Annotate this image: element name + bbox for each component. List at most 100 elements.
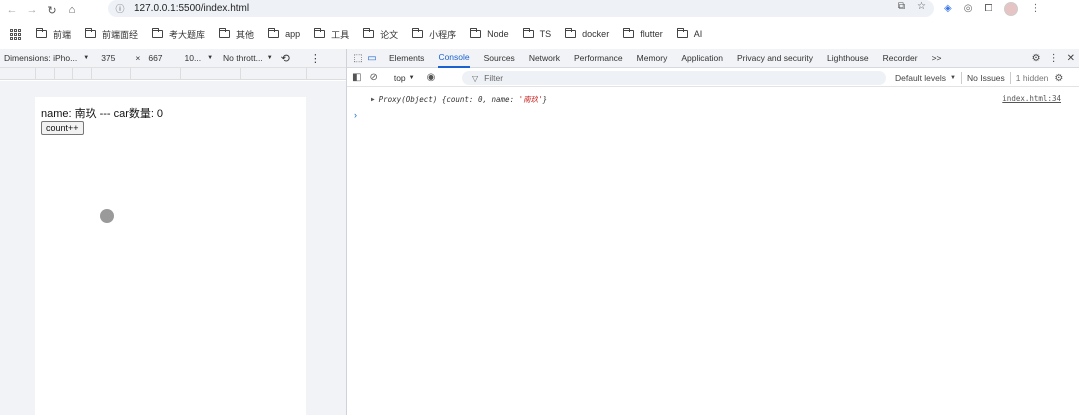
page-text-line: name: 南玖 --- car数量: 0 [41,105,166,121]
bookmark-label: 前端面经 [102,29,139,40]
bookmark-folder[interactable]: 考大题库 [152,28,205,41]
bookmark-label: flutter [640,29,663,39]
folder-icon [470,28,482,38]
console-filter-input[interactable]: ▽ Filter [462,71,886,85]
arrow-left-icon: ← [6,4,18,16]
log-levels-select[interactable]: Default levels [895,73,946,83]
folder-icon [412,28,424,38]
back-button[interactable]: ← [2,0,22,20]
profile-avatar[interactable] [1004,1,1019,16]
log-source-link[interactable]: index.html:34 [1002,94,1061,103]
throttle-select[interactable]: No thrott... [223,53,263,63]
divider [960,72,962,84]
bookmark-folder[interactable]: flutter [623,28,663,39]
tab-elements[interactable]: Elements [389,49,424,68]
filter-placeholder: Filter [484,73,504,83]
inspect-element-icon[interactable]: ⬚ [351,49,365,68]
bookmark-label: docker [582,29,610,39]
folder-icon [565,28,577,38]
console-prompt[interactable]: › [354,110,357,120]
extension-circle-icon[interactable]: ◎ [964,3,973,14]
clear-console-icon[interactable]: ⊘ [369,72,377,83]
count-increment-button[interactable]: count++ [41,121,84,135]
tab-network[interactable]: Network [529,49,560,68]
eye-icon[interactable]: ◉ [427,72,436,83]
bookmark-label: TS [539,29,552,39]
width-input[interactable]: 375 [101,53,115,63]
folder-icon [363,28,375,38]
sidebar-toggle-icon[interactable]: ◧ [352,72,361,83]
bookmark-folder[interactable]: TS [522,28,552,39]
bookmark-star-icon[interactable]: ☆ [917,1,926,12]
site-info-icon[interactable]: ⓘ [112,2,128,15]
more-options-icon[interactable]: ⋮ [310,52,321,65]
tab-console[interactable]: Console [438,49,470,68]
tab-recorder[interactable]: Recorder [883,49,918,68]
bookmark-folder[interactable]: 前端面经 [85,28,138,41]
home-button[interactable]: ⌂ [62,0,82,20]
tab-memory[interactable]: Memory [637,49,668,68]
log-prefix: Proxy(Object) {count: 0, name: [378,94,519,104]
more-tabs-icon[interactable]: >> [932,49,942,68]
bookmark-label: 前端 [53,29,72,40]
extension-icon[interactable]: ◈ [944,3,952,14]
bookmark-folder[interactable]: 论文 [363,28,398,41]
home-icon: ⌂ [68,4,76,16]
puzzle-icon[interactable]: ⧠ [984,3,992,14]
bookmark-label: 工具 [331,29,350,40]
omnibox[interactable]: ⓘ 127.0.0.1:5500/index.html ⧉ ☆ [108,0,934,17]
zoom-select[interactable]: 10... [185,53,202,63]
height-input[interactable]: 667 [148,53,162,63]
rotate-icon[interactable]: ⟲ [281,52,290,65]
issues-counter[interactable]: No Issues [967,73,1005,83]
bookmark-folder[interactable]: app [268,28,301,39]
car-value: 0 [156,108,164,120]
url-text[interactable]: 127.0.0.1:5500/index.html [134,3,249,14]
tab-lighthouse[interactable]: Lighthouse [827,49,869,68]
tab-application[interactable]: Application [681,49,723,68]
times-sign: × [135,53,141,63]
bookmark-folder[interactable]: 工具 [314,28,349,41]
bookmark-label: 小程序 [429,29,457,40]
folder-icon [268,28,280,38]
dimensions-select[interactable]: Dimensions: iPho... [4,53,77,63]
console-toolbar: ◧ ⊘ top ▼ ◉ ▽ Filter Default levels ▼ No… [347,69,1079,87]
console-log-entry[interactable]: ▶ Proxy(Object) {count: 0, name: '南玖'} i… [347,92,1079,106]
bookmark-label: Node [487,29,509,39]
bookmark-folder[interactable]: AI [676,28,702,39]
device-emulation-area: name: 南玖 --- car数量: 0 count++ [0,81,346,415]
kebab-menu-icon[interactable]: ⋮ [1030,3,1040,14]
context-select[interactable]: top [394,73,406,83]
translate-icon[interactable]: ⧉ [898,1,905,12]
bookmark-folder[interactable]: 小程序 [412,28,456,41]
filter-icon: ▽ [472,73,479,83]
bookmark-folder[interactable]: docker [565,28,610,39]
expand-triangle-icon[interactable]: ▶ [371,96,375,103]
forward-button[interactable]: → [22,0,42,20]
folder-icon [85,28,97,38]
dropdown-arrow-icon: ▼ [83,55,90,61]
name-label: name: [41,108,72,120]
name-value: 南玖 [74,108,97,120]
bookmark-label: app [285,29,301,39]
hidden-count: 1 hidden [1015,73,1049,83]
log-string: '南玖' [518,94,543,104]
console-toolbar-right: Default levels ▼ No Issues 1 hidden ⚙ [895,69,1063,87]
reload-button[interactable]: ↻ [42,0,62,20]
extension-area: ◈ ◎ ⧠ ⋮ [944,0,1040,17]
device-toggle-icon[interactable]: ▭ [365,49,379,68]
close-icon[interactable]: ✕ [1067,53,1075,64]
more-options-icon[interactable]: ⋮ [1049,53,1059,64]
bookmark-folder[interactable]: 前端 [36,28,71,41]
console-settings-icon[interactable]: ⚙ [1054,73,1063,84]
folder-icon [152,28,164,38]
bookmark-label: 论文 [380,29,399,40]
apps-grid-icon[interactable] [8,27,22,41]
bookmark-folder[interactable]: 其他 [219,28,254,41]
gear-icon[interactable]: ⚙ [1032,53,1041,64]
dropdown-arrow-icon: ▼ [950,75,956,81]
tab-privacy-and-security[interactable]: Privacy and security [737,49,813,68]
tab-performance[interactable]: Performance [574,49,623,68]
tab-sources[interactable]: Sources [484,49,515,68]
bookmark-folder[interactable]: Node [470,28,509,39]
